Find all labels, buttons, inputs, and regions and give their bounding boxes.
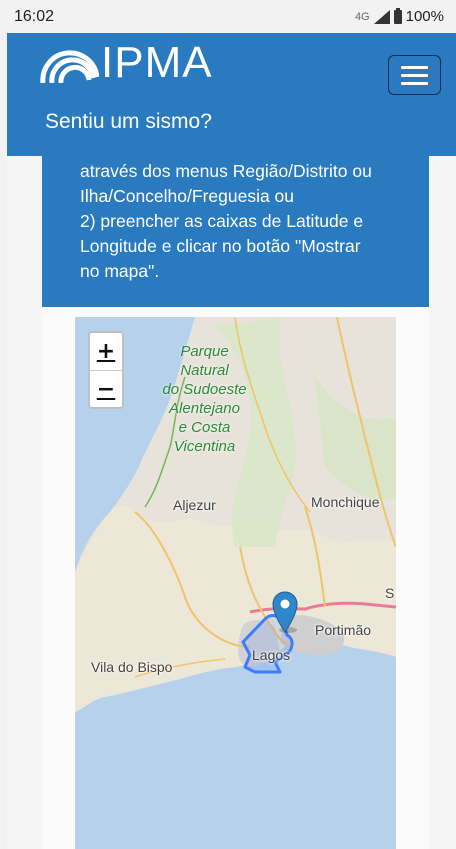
ipma-logo[interactable]: IPMA bbox=[37, 41, 213, 85]
instruction-line: no mapa". bbox=[80, 261, 160, 281]
logo-arcs-icon bbox=[40, 50, 99, 83]
instruction-line: Longitude e clicar no botão "Mostrar bbox=[80, 236, 361, 256]
network-type: 4G bbox=[354, 10, 370, 23]
hamburger-menu-button[interactable] bbox=[388, 55, 441, 95]
page-title: Sentiu um sismo? bbox=[45, 110, 212, 133]
battery-level: 100% bbox=[405, 8, 444, 25]
status-bar: 16:02 4G 100% bbox=[0, 0, 456, 33]
place-label-vila-do-bispo: Vila do Bispo bbox=[91, 659, 173, 675]
battery-icon bbox=[393, 7, 402, 24]
park-label-line: Vicentina bbox=[173, 438, 236, 455]
park-label-line: e Costa bbox=[178, 419, 231, 436]
site-header: IPMA Sentiu um sismo? bbox=[7, 33, 456, 156]
instruction-line: 2) preencher as caixas de Latitude e bbox=[80, 211, 364, 231]
signal-icon bbox=[373, 9, 390, 24]
park-label-line: Alentejano bbox=[169, 400, 240, 417]
place-label-aljezur: Aljezur bbox=[173, 497, 216, 513]
park-label-line: Parque bbox=[180, 343, 229, 360]
place-label-lagos: Lagos bbox=[252, 647, 291, 663]
map-view[interactable]: + − Parque Natural do Sudoeste Alentejan… bbox=[75, 317, 396, 849]
zoom-in-button[interactable]: + bbox=[90, 333, 122, 371]
place-label-portimao: Portimão bbox=[315, 622, 372, 638]
content-card: através dos menus Região/Distrito ou Ilh… bbox=[42, 156, 429, 849]
logo-text: IPMA bbox=[101, 38, 213, 87]
status-time: 16:02 bbox=[14, 8, 55, 25]
place-label-monchique: Monchique bbox=[311, 494, 380, 510]
park-label-line: do Sudoeste bbox=[162, 381, 247, 398]
instruction-line: Ilha/Concelho/Freguesia ou bbox=[80, 186, 295, 206]
main-content: através dos menus Região/Distrito ou Ilh… bbox=[7, 156, 456, 849]
instruction-line: através dos menus Região/Distrito ou bbox=[80, 161, 372, 181]
park-label: Parque Natural do Sudoeste Alentejano e … bbox=[152, 342, 257, 456]
map-pin-icon[interactable] bbox=[272, 591, 298, 633]
zoom-out-button[interactable]: − bbox=[90, 371, 122, 407]
zoom-control: + − bbox=[88, 331, 124, 409]
status-icons: 4G 100% bbox=[354, 7, 444, 25]
instructions-box: através dos menus Região/Distrito ou Ilh… bbox=[42, 156, 429, 307]
place-label-edge: S bbox=[385, 585, 395, 601]
park-label-line: Natural bbox=[180, 362, 229, 379]
